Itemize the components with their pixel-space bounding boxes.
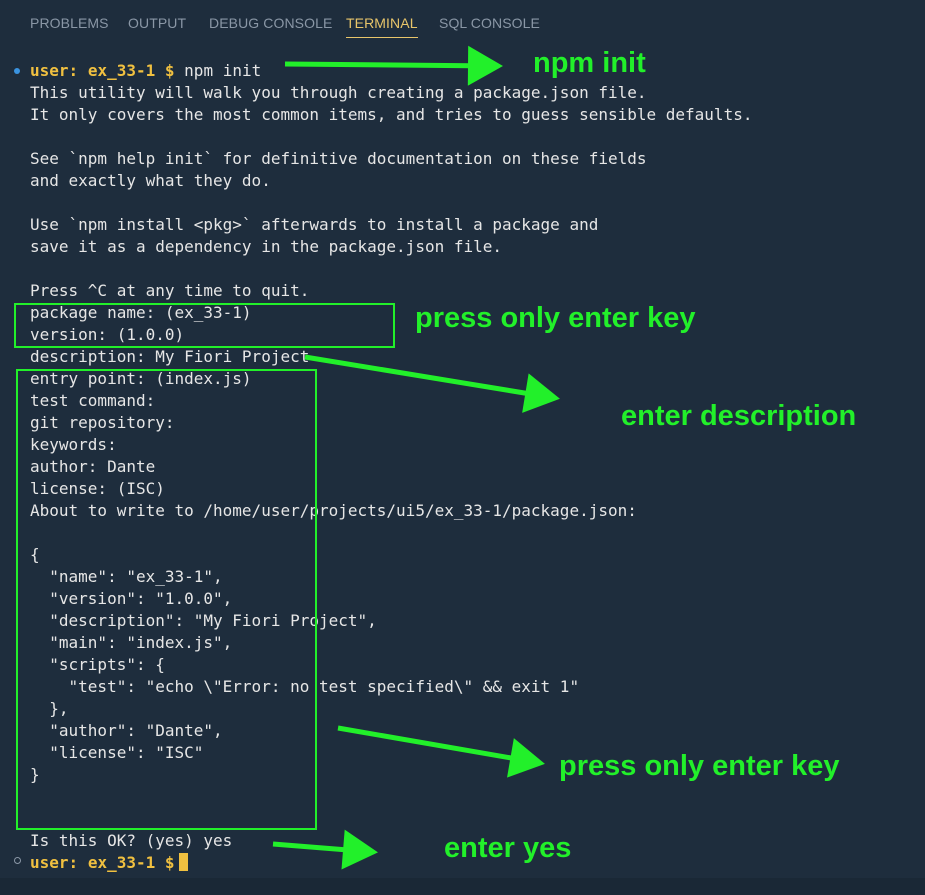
panel-tab-bar: PROBLEMS OUTPUT DEBUG CONSOLE TERMINAL S… <box>0 0 925 46</box>
terminal-line: Press ^C at any time to quit. <box>30 281 310 300</box>
tab-output[interactable]: OUTPUT <box>128 15 186 37</box>
terminal-line: Is this OK? (yes) yes <box>30 831 233 850</box>
terminal-panel: PROBLEMS OUTPUT DEBUG CONSOLE TERMINAL S… <box>0 0 925 895</box>
arrow-enter-key <box>337 725 545 778</box>
prompt-command: npm init <box>184 61 262 80</box>
annotation-press-enter-2: press only enter key <box>559 750 840 782</box>
prompt-user: user: <box>30 61 79 80</box>
prompt-symbol: $ <box>164 61 175 80</box>
annotation-enter-description: enter description <box>621 400 857 432</box>
arrow-enter-yes <box>272 829 378 870</box>
tab-terminal[interactable]: TERMINAL <box>346 15 418 38</box>
terminal-line: See `npm help init` for definitive docum… <box>30 149 647 168</box>
terminal-line: This utility will walk you through creat… <box>30 83 647 102</box>
terminal-line: It only covers the most common items, an… <box>30 105 753 124</box>
terminal-line: Use `npm install <pkg>` afterwards to in… <box>30 215 599 234</box>
text-cursor <box>178 853 188 871</box>
panel-bottom-strip <box>0 878 925 895</box>
command-status-dot <box>14 68 20 74</box>
tab-sql-console[interactable]: SQL CONSOLE <box>439 15 540 37</box>
prompt-line: user: ex_33-1 $ npm init <box>30 60 261 82</box>
terminal-line: description: My Fiori Project <box>30 347 310 366</box>
arrow-npm-init <box>284 45 503 86</box>
prompt-cwd: ex_33-1 <box>87 853 156 872</box>
terminal-line: and exactly what they do. <box>30 171 271 190</box>
annotation-npm-init: npm init <box>533 47 646 79</box>
prompt-cwd: ex_33-1 <box>87 61 156 80</box>
tab-problems[interactable]: PROBLEMS <box>30 15 109 37</box>
annotation-press-enter-1: press only enter key <box>415 302 696 334</box>
arrow-description <box>304 354 560 413</box>
command-status-dot-idle <box>14 857 21 864</box>
highlight-box-defaults <box>16 369 317 830</box>
terminal-line: save it as a dependency in the package.j… <box>30 237 503 256</box>
prompt-user: user: <box>30 853 79 872</box>
prompt-symbol: $ <box>164 853 175 872</box>
annotation-enter-yes: enter yes <box>444 832 572 864</box>
prompt-line-final[interactable]: user: ex_33-1 $ <box>30 852 188 874</box>
tab-debug-console[interactable]: DEBUG CONSOLE <box>209 15 332 37</box>
highlight-box-package-version <box>14 303 395 348</box>
